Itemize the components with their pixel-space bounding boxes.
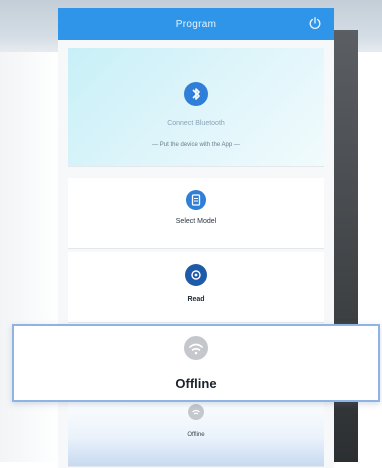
power-icon[interactable] bbox=[308, 16, 322, 30]
read-icon bbox=[185, 264, 207, 286]
connect-bluetooth-hint: — Put the device with the App — bbox=[152, 142, 240, 148]
offline-item-label: Offline bbox=[187, 432, 205, 438]
select-model-label: Select Model bbox=[175, 218, 217, 225]
title-bar: Program bbox=[58, 8, 334, 40]
page-title: Program bbox=[175, 18, 217, 30]
wifi-off-icon bbox=[184, 336, 208, 360]
document-icon bbox=[186, 190, 206, 210]
offline-card-label: Offline bbox=[175, 376, 217, 391]
connect-bluetooth-panel[interactable]: Connect Bluetooth — Put the device with … bbox=[68, 48, 324, 167]
select-model-panel[interactable]: Select Model bbox=[68, 178, 324, 249]
connect-bluetooth-label: Connect Bluetooth bbox=[167, 120, 225, 127]
read-label: Read bbox=[187, 296, 205, 303]
bluetooth-icon bbox=[184, 82, 208, 106]
wifi-off-icon-small bbox=[188, 404, 204, 420]
offline-card[interactable]: Offline bbox=[12, 324, 380, 402]
offline-item[interactable]: Offline bbox=[68, 396, 324, 467]
read-panel[interactable]: Read bbox=[68, 252, 324, 323]
